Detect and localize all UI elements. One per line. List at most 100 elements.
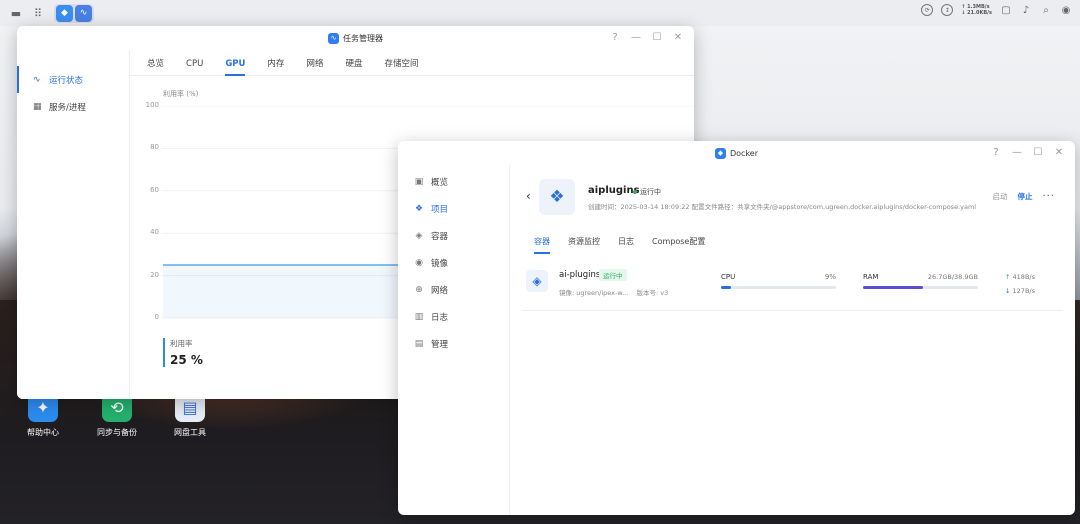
cpu-bar (721, 286, 836, 289)
tab-cpu[interactable]: CPU (186, 50, 203, 76)
dashboard-icon: ▣ (414, 176, 424, 187)
sidebar-item-label: 运行状态 (49, 75, 84, 86)
utilization-summary: 利用率 25 % (163, 338, 203, 367)
close-icon[interactable]: ✕ (1053, 147, 1065, 158)
docker-window: ◆ Docker ? — ☐ ✕ ▣ 概览 ❖ 项目 ◈ 容器 ◉ 镜像 ⊕ 网… (398, 141, 1075, 515)
desktop-app-label: 帮助中心 (27, 428, 59, 437)
project-header: ‹ ❖ aiplugins 运行中 创建时间：2025-03-14 18:09:… (522, 177, 1063, 221)
container-image: 镜像: ugreen/ipex-w... (559, 289, 629, 297)
sidebar-item-projects[interactable]: ❖ 项目 (398, 195, 509, 222)
running-apps: ◆ ∿ (54, 3, 94, 23)
upload-rate-value: 418B/s (1012, 273, 1035, 281)
window-title: Docker (729, 148, 758, 158)
container-meta: 镜像: ugreen/ipex-w... 版本号: v3 (559, 287, 668, 297)
task-manager-taskbar-icon[interactable]: ∿ (75, 4, 92, 22)
container-row[interactable]: ◈ ai-plugins 运行中 镜像: ugreen/ipex-w... 版本… (522, 261, 1063, 311)
project-icon: ❖ (414, 203, 424, 214)
minimize-icon[interactable]: — (630, 32, 642, 43)
more-icon[interactable]: ··· (1042, 191, 1055, 202)
user-icon[interactable]: ◉ (1060, 4, 1072, 16)
chart-y-axis-label: 利用率 (%) (163, 90, 199, 98)
chart-y-tick: 0 (154, 313, 159, 321)
widget-icon[interactable]: ▢ (1000, 4, 1012, 16)
network-icon[interactable]: ↕ (941, 4, 954, 16)
docker-titlebar[interactable]: ◆ Docker (398, 141, 1075, 165)
desktop-icon[interactable]: ▬ (6, 3, 26, 23)
sidebar-item-status[interactable]: ∿ 运行状态 (17, 66, 129, 93)
tab-network[interactable]: 网络 (306, 50, 323, 76)
project-name: aiplugins (588, 185, 640, 196)
project-tabs: 容器 资源监控 日志 Compose配置 (522, 230, 1063, 254)
tab-resource-monitor[interactable]: 资源监控 (568, 230, 600, 254)
back-icon[interactable]: ‹ (526, 189, 531, 203)
tab-memory[interactable]: 内存 (267, 50, 284, 76)
chart-y-tick: 40 (150, 228, 159, 237)
sidebar-item-services[interactable]: ▦ 服务/进程 (17, 93, 129, 120)
sidebar-item-overview[interactable]: ▣ 概览 (398, 168, 509, 195)
cpu-value: 9% (824, 273, 836, 281)
docker-taskbar-icon[interactable]: ◆ (56, 4, 73, 22)
window-title: 任务管理器 (343, 33, 383, 43)
container-version: 版本号: v3 (636, 289, 669, 297)
search-icon[interactable]: ⌕ (1040, 4, 1052, 16)
download-rate-value: 127B/s (1012, 287, 1035, 295)
speed-icon[interactable]: ⟳ (921, 4, 934, 16)
sidebar-item-containers[interactable]: ◈ 容器 (398, 222, 509, 249)
sidebar-item-label: 服务/进程 (49, 102, 86, 113)
cpu-bar-fill (721, 286, 732, 289)
download-rate: ↓ 127B/s (1005, 287, 1035, 295)
docker-sidebar: ▣ 概览 ❖ 项目 ◈ 容器 ◉ 镜像 ⊕ 网络 ▥ 日志 ▤ 管理 (398, 165, 510, 515)
grid-icon: ▦ (33, 101, 42, 112)
tab-gpu[interactable]: GPU (225, 50, 246, 76)
chart-y-tick: 100 (145, 101, 159, 109)
image-icon: ◉ (415, 257, 423, 268)
sidebar-item-logs[interactable]: ▥ 日志 (398, 303, 509, 330)
ram-label: RAM (863, 273, 879, 281)
sidebar-item-label: 镜像 (431, 258, 449, 269)
tab-overview[interactable]: 总览 (147, 50, 164, 76)
task-manager-app-icon: ∿ (328, 32, 339, 44)
maximize-icon[interactable]: ☐ (1032, 147, 1044, 158)
bell-icon[interactable]: ♪ (1020, 4, 1032, 16)
minimize-icon[interactable]: — (1011, 147, 1023, 158)
network-speed: ↑ 1.3MB/s ↓ 21.0KB/s (961, 4, 992, 16)
tab-disk[interactable]: 硬盘 (345, 50, 362, 76)
docker-app-icon: ◆ (714, 147, 726, 159)
stop-button[interactable]: 停止 (1017, 191, 1032, 202)
tab-compose-config[interactable]: Compose配置 (652, 230, 705, 254)
sidebar-item-images[interactable]: ◉ 镜像 (398, 249, 509, 276)
chart-y-tick: 80 (150, 143, 159, 152)
sidebar-item-label: 网络 (431, 285, 449, 296)
sidebar-item-label: 项目 (431, 204, 449, 215)
close-icon[interactable]: ✕ (672, 32, 684, 43)
utilization-value: 25 % (170, 353, 203, 367)
tab-storage[interactable]: 存储空间 (384, 50, 418, 76)
taskbar: ▬ ⠿ ◆ ∿ ⟳ ↕ ↑ 1.3MB/s ↓ 21.0KB/s ▢ ♪ ⌕ ◉ (0, 0, 1080, 26)
sidebar-item-network[interactable]: ⊕ 网络 (398, 276, 509, 303)
ram-bar (863, 286, 978, 289)
tab-logs[interactable]: 日志 (618, 230, 634, 254)
tab-containers[interactable]: 容器 (534, 230, 550, 254)
arrow-down-icon: ↓ (1005, 287, 1011, 295)
cpu-label: CPU (721, 273, 736, 281)
app-launcher-icon[interactable]: ⠿ (28, 3, 48, 23)
help-icon[interactable]: ? (990, 147, 1002, 158)
sidebar-item-label: 日志 (431, 312, 449, 323)
desktop-app-label: 网盘工具 (174, 428, 206, 437)
sidebar-item-label: 概览 (431, 177, 449, 188)
sidebar-item-label: 管理 (431, 339, 449, 350)
manage-icon: ▤ (414, 338, 424, 349)
chart-y-tick: 60 (150, 185, 159, 194)
start-button[interactable]: 启动 (992, 191, 1007, 202)
project-status-text: 运行中 (640, 188, 661, 196)
ram-bar-fill (863, 286, 923, 289)
help-icon[interactable]: ? (609, 32, 621, 43)
sidebar-item-manage[interactable]: ▤ 管理 (398, 330, 509, 357)
utilization-label: 利用率 (170, 339, 193, 348)
desktop-app-label: 同步与备份 (97, 428, 137, 437)
task-manager-titlebar[interactable]: ∿ 任务管理器 (17, 26, 694, 50)
project-logo: ❖ (539, 179, 575, 215)
container-icon: ◈ (526, 270, 548, 292)
maximize-icon[interactable]: ☐ (651, 32, 663, 43)
activity-icon: ∿ (33, 74, 41, 85)
